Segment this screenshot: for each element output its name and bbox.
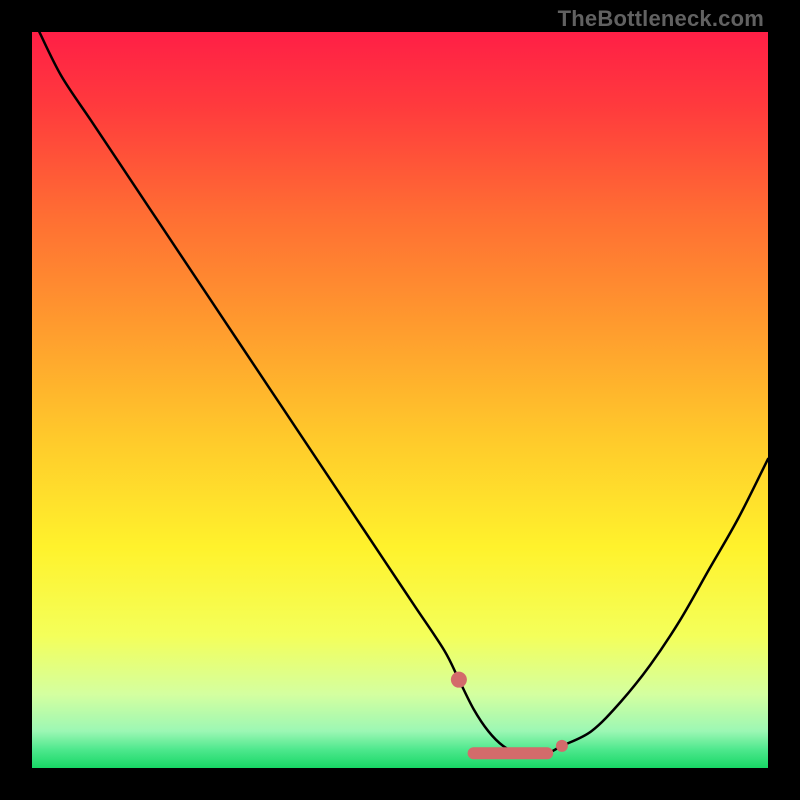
curve-marker (556, 740, 568, 752)
watermark-text: TheBottleneck.com (558, 6, 764, 32)
curve-marker (451, 672, 467, 688)
bottleneck-curve (32, 32, 768, 768)
chart-plot-area (32, 32, 768, 768)
